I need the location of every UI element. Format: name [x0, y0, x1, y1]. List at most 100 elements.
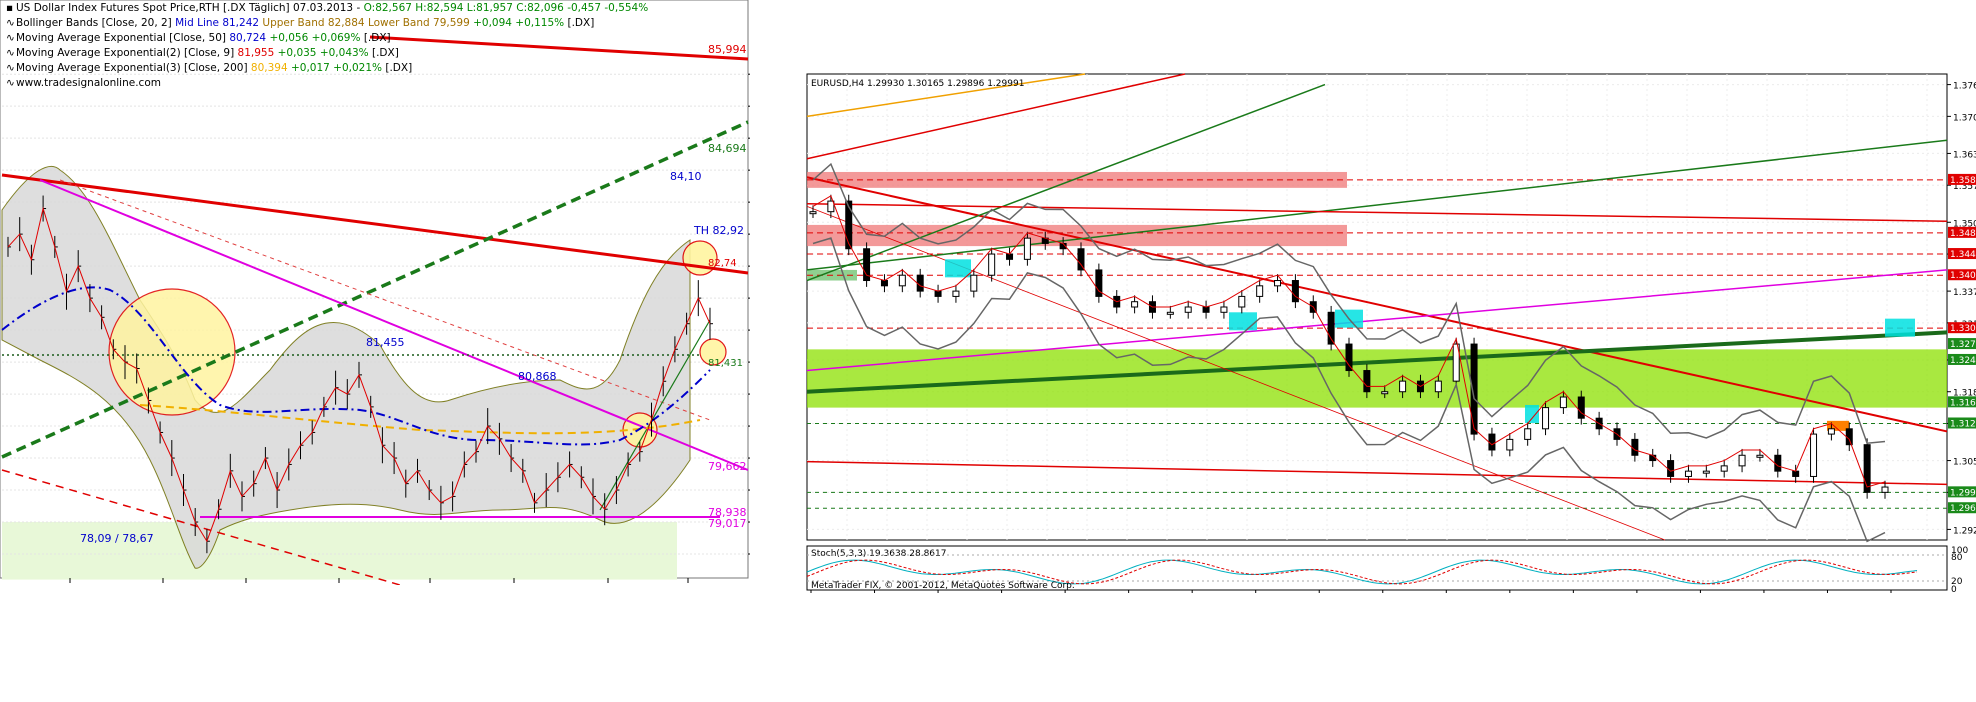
candle-body: [1720, 465, 1728, 472]
candle-body: [1434, 380, 1442, 393]
eurusd-chart-svg: 1.3761.3701.3631.3571.3501.3441.3371.331…: [805, 70, 1976, 606]
candle-body: [970, 274, 978, 292]
candle-body: [1166, 311, 1174, 315]
stoch-axis-0: 0: [1951, 585, 1957, 595]
candle-body: [1577, 396, 1585, 419]
candle-body: [1256, 285, 1264, 297]
right-y-tick-label: 1.305: [1953, 458, 1976, 468]
candle-body: [1184, 306, 1192, 313]
candle-body: [1202, 306, 1210, 313]
candle-body: [1238, 295, 1246, 308]
copyright-text: MetaTrader FIX, © 2001-2012, MetaQuotes …: [811, 581, 1075, 591]
candle-body: [1023, 237, 1031, 260]
stoch-axis-80: 80: [1951, 553, 1963, 563]
price-label-text: 1.296: [1950, 504, 1976, 514]
dxy-chart-panel: 86,00085,50085,00084,50084,00083,50083,0…: [0, 0, 797, 598]
eurusd-chart-panel: 1.3761.3701.3631.3571.3501.3441.3371.331…: [805, 70, 1976, 606]
candle-body: [988, 253, 996, 276]
candle-body: [898, 274, 906, 287]
legend-site: ∿www.tradesignalonline.com: [6, 77, 161, 89]
cyan-marker-box: [1229, 312, 1257, 331]
candle-body: [1863, 444, 1871, 493]
candle-body: [1381, 391, 1389, 395]
price-label-text: 1.316: [1950, 398, 1976, 408]
support-zone: [2, 522, 677, 580]
legend-ma50-value: 80,724: [229, 32, 267, 44]
label-79662: 79,662: [708, 460, 747, 473]
candle-body: [952, 290, 960, 297]
candle-body: [1524, 428, 1532, 440]
label-81431: 81,431: [708, 358, 743, 369]
price-label-text: 1.344: [1950, 250, 1976, 260]
price-label-text: 1.324: [1950, 356, 1976, 366]
candle-body: [1131, 301, 1139, 308]
candle-body: [1774, 454, 1782, 472]
label-th-8292: TH 82,92: [693, 224, 744, 237]
price-label-text: 1.299: [1950, 488, 1976, 498]
candle-body: [880, 280, 888, 287]
legend-bollinger-change: +0,094 +0,115%: [473, 17, 565, 29]
cyan-marker-box: [1885, 318, 1915, 337]
legend-ma9: ∿Moving Average Exponential(2) [Close, 9…: [6, 47, 399, 59]
right-y-tick-label: 1.337: [1953, 288, 1976, 298]
legend-site-text: www.tradesignalonline.com: [16, 77, 161, 89]
circle-annotation: [108, 288, 236, 416]
candle-body: [845, 200, 853, 250]
label-7809-7867: 78,09 / 78,67: [80, 532, 154, 545]
candle-body: [916, 274, 924, 292]
right-y-tick-label: 1.376: [1953, 82, 1976, 92]
price-label-text: 1.340: [1950, 271, 1976, 281]
legend-bollinger-upper: Upper Band 82,884: [262, 17, 365, 29]
cyan-marker-box: [1525, 404, 1539, 423]
legend-ma200: ∿Moving Average Exponential(3) [Close, 2…: [6, 62, 413, 74]
legend-ma50: ∿Moving Average Exponential [Close, 50] …: [6, 32, 391, 44]
candle-body: [1077, 248, 1085, 271]
candle-body: [1738, 454, 1746, 467]
candle-body: [1631, 438, 1639, 456]
price-label-text: 1.330: [1950, 324, 1976, 334]
candle-body: [1649, 454, 1657, 462]
candle-body: [1363, 370, 1371, 393]
legend-ma200-change: +0,017 +0,021%: [290, 62, 383, 74]
label-8410: 84,10: [670, 170, 702, 183]
candle-body: [1488, 433, 1496, 451]
legend-bollinger-tail: [.DX]: [567, 17, 595, 29]
price-label-text: 1.348: [1950, 229, 1976, 239]
legend-price-title: US Dollar Index Futures Spot Price,RTH […: [16, 2, 364, 14]
legend-ma9-value: 81,955: [237, 47, 275, 59]
legend-ma9-tail: [.DX]: [372, 47, 399, 59]
candle-body: [1345, 343, 1353, 372]
right-y-tick-label: 1.363: [1953, 150, 1976, 160]
right-y-tick-label: 1.292: [1953, 526, 1976, 536]
legend-bollinger-lower: Lower Band 79,599: [367, 17, 470, 29]
legend-bollinger-title: Bollinger Bands [Close, 20, 2]: [16, 17, 172, 29]
price-label-text: 1.312: [1950, 420, 1976, 430]
green-demand-zone: [807, 349, 1947, 408]
legend-ma200-tail: [.DX]: [385, 62, 413, 74]
candle-body: [1667, 460, 1675, 477]
candle-body: [1810, 433, 1818, 477]
candle-body: [1220, 306, 1228, 313]
cyan-marker-box: [945, 259, 971, 278]
candle-body: [1827, 428, 1835, 435]
candle-body: [1684, 470, 1692, 477]
pink-supply-zone: [807, 224, 1347, 247]
legend-ma50-title: Moving Average Exponential [Close, 50]: [16, 32, 226, 44]
candle-body: [1559, 396, 1567, 409]
candle-body: [1881, 486, 1889, 493]
legend-price: ▪ US Dollar Index Futures Spot Price,RTH …: [6, 2, 649, 14]
price-label-text: 1.358: [1950, 176, 1976, 186]
label-8274: 82,74: [708, 258, 737, 269]
candle-body: [1274, 280, 1282, 287]
candle-body: [1399, 380, 1407, 393]
legend-bollinger: ∿Bollinger Bands [Close, 20, 2] Mid Line…: [6, 17, 595, 29]
candle-body: [1006, 253, 1014, 260]
label-84694: 84,694: [708, 142, 747, 155]
candle-body: [1291, 280, 1299, 303]
candle-body: [1792, 470, 1800, 477]
legend-ma9-change: +0,035 +0,043%: [277, 47, 369, 59]
candle-body: [934, 290, 942, 297]
legend-ma50-change: +0,056 +0,069%: [269, 32, 361, 44]
candle-body: [809, 211, 817, 215]
label-79017: 79,017: [708, 517, 747, 530]
